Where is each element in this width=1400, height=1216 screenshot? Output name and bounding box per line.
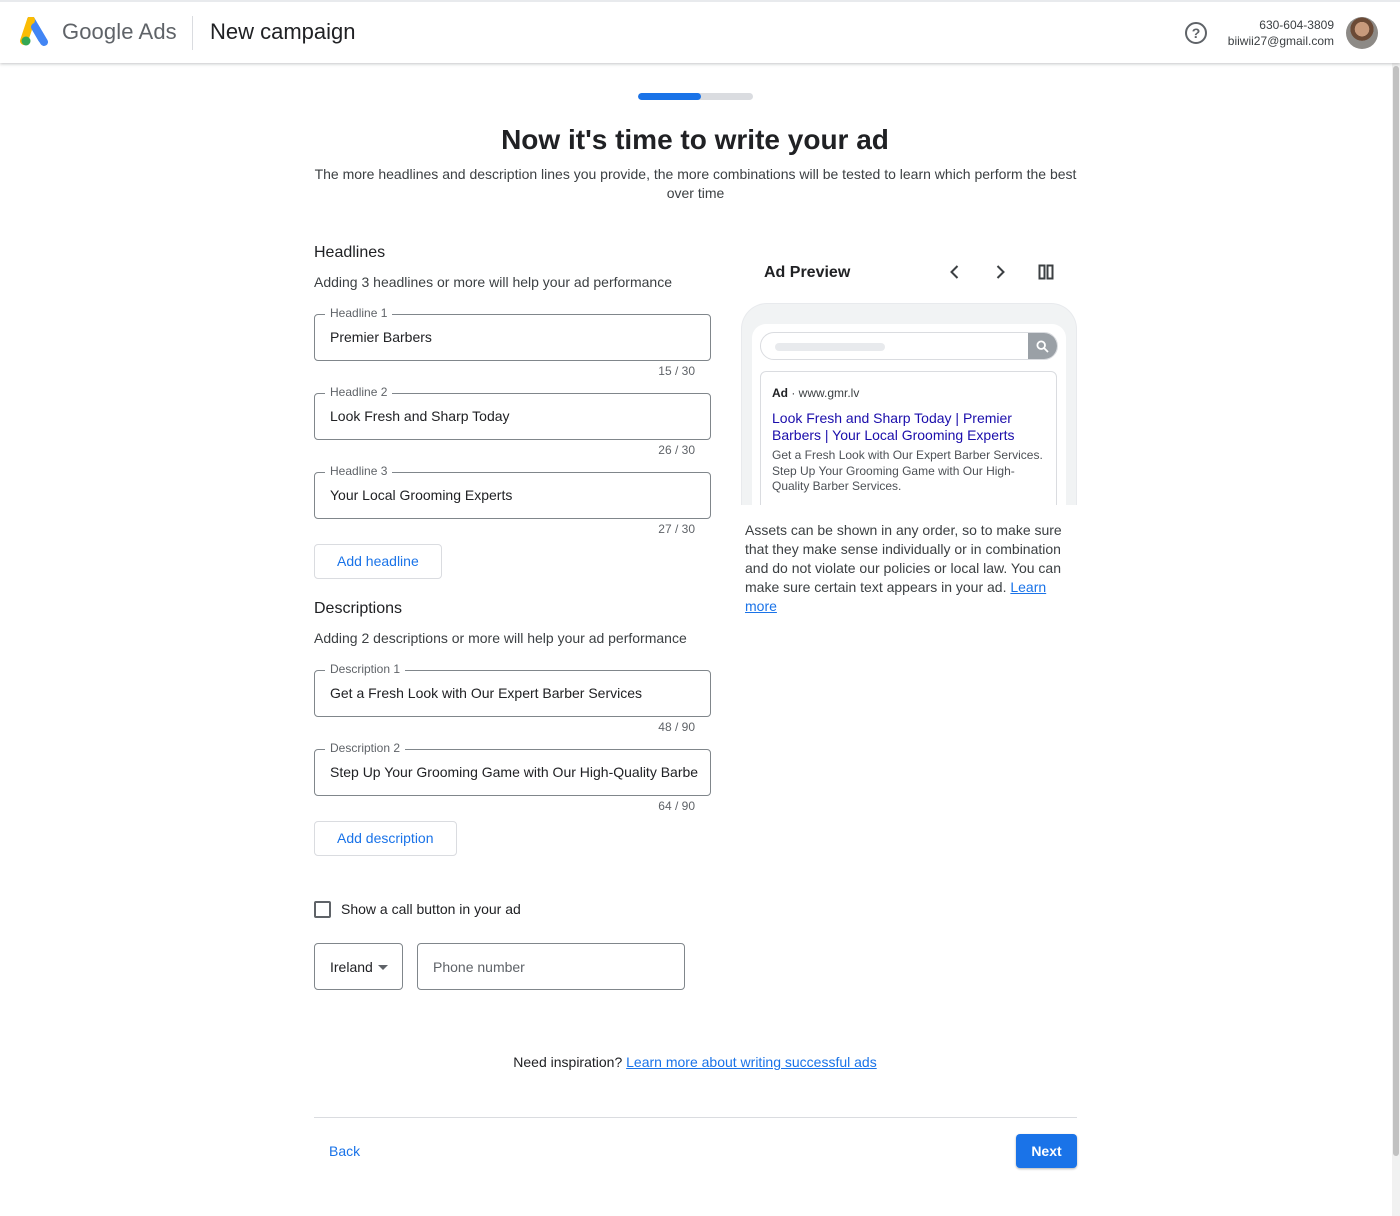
back-button[interactable]: Back (329, 1143, 360, 1159)
brand-name: Google Ads (62, 19, 177, 44)
avatar[interactable] (1346, 17, 1378, 49)
headline-3-label: Headline 3 (325, 464, 393, 478)
phone-number-input[interactable] (417, 943, 685, 990)
headline-3-value[interactable]: Your Local Grooming Experts (330, 487, 698, 503)
page-title: Now it's time to write your ad (501, 124, 889, 155)
step-progress-bar (638, 93, 753, 100)
brand-divider (192, 16, 193, 50)
headline-3-counter: 27 / 30 (658, 522, 695, 536)
call-button-checkbox[interactable] (314, 901, 331, 918)
chevron-left-icon[interactable] (945, 262, 965, 282)
page-subtitle: The more headlines and description lines… (314, 166, 1077, 201)
descriptions-title: Descriptions (314, 600, 403, 617)
dropdown-arrow-icon (378, 965, 388, 970)
account-info[interactable]: 630-604-3809 biiwii27@gmail.com (1228, 17, 1334, 49)
headline-2-counter: 26 / 30 (658, 443, 695, 457)
headline-1-field[interactable]: Headline 1 Premier Barbers (314, 306, 711, 361)
help-icon[interactable]: ? (1185, 22, 1207, 44)
description-1-field[interactable]: Description 1 Get a Fresh Look with Our … (314, 662, 711, 717)
description-1-value[interactable]: Get a Fresh Look with Our Expert Barber … (330, 685, 698, 701)
search-icon (1028, 333, 1057, 359)
headlines-help: Adding 3 headlines or more will help you… (314, 274, 672, 290)
inspiration-prefix: Need inspiration? (513, 1054, 623, 1070)
headline-2-value[interactable]: Look Fresh and Sharp Today (330, 408, 698, 424)
chevron-right-icon[interactable] (990, 262, 1010, 282)
scrollbar-thumb[interactable] (1393, 66, 1399, 1156)
headline-1-label: Headline 1 (325, 306, 393, 320)
ad-preview-headline: Look Fresh and Sharp Today | Premier Bar… (772, 410, 1015, 443)
ad-badge: Ad (772, 386, 788, 400)
descriptions-help: Adding 2 descriptions or more will help … (314, 630, 687, 646)
writing-ads-link[interactable]: Learn more about writing successful ads (626, 1054, 877, 1070)
ad-preview-card: Ad · www.gmr.lv Look Fresh and Sharp Tod… (760, 371, 1057, 505)
footer-divider (314, 1117, 1077, 1118)
headline-2-label: Headline 2 (325, 385, 393, 399)
description-1-counter: 48 / 90 (658, 720, 695, 734)
progress-fill (638, 93, 702, 100)
columns-view-icon[interactable] (1036, 262, 1056, 282)
account-phone: 630-604-3809 (1259, 18, 1334, 32)
headline-1-counter: 15 / 30 (658, 364, 695, 378)
description-1-label: Description 1 (325, 662, 406, 676)
call-button-checkbox-label[interactable]: Show a call button in your ad (341, 901, 521, 917)
headline-3-field[interactable]: Headline 3 Your Local Grooming Experts (314, 464, 711, 519)
search-placeholder-bar (775, 343, 885, 351)
description-2-label: Description 2 (325, 741, 406, 755)
preview-search-bar (760, 332, 1058, 360)
description-2-field[interactable]: Description 2 Step Up Your Grooming Game… (314, 741, 711, 796)
ad-preview-description: Get a Fresh Look with Our Expert Barber … (772, 448, 1043, 493)
top-app-bar: Google Ads New campaign ? 630-604-3809 b… (0, 0, 1400, 63)
next-button[interactable]: Next (1016, 1134, 1077, 1168)
country-value: Ireland (330, 959, 373, 975)
mobile-preview-frame: Ad · www.gmr.lv Look Fresh and Sharp Tod… (741, 303, 1077, 505)
description-2-value[interactable]: Step Up Your Grooming Game with Our High… (330, 764, 698, 780)
inspiration-line: Need inspiration? Learn more about writi… (0, 1054, 1390, 1070)
description-2-counter: 64 / 90 (658, 799, 695, 813)
headlines-title: Headlines (314, 244, 386, 261)
ad-meta: Ad · www.gmr.lv (772, 386, 859, 400)
ad-preview-title: Ad Preview (764, 264, 851, 281)
headline-2-field[interactable]: Headline 2 Look Fresh and Sharp Today (314, 385, 711, 440)
account-email: biiwii27@gmail.com (1227, 34, 1334, 48)
page-context-title: New campaign (210, 19, 356, 44)
headline-1-value[interactable]: Premier Barbers (330, 329, 698, 345)
preview-note: Assets can be shown in any order, so to … (745, 521, 1065, 616)
google-ads-logo-icon[interactable] (20, 17, 52, 47)
add-headline-button[interactable]: Add headline (314, 544, 442, 579)
mobile-preview-screen: Ad · www.gmr.lv Look Fresh and Sharp Tod… (752, 324, 1066, 505)
ad-url: · www.gmr.lv (791, 386, 860, 400)
add-description-button[interactable]: Add description (314, 821, 457, 856)
country-select[interactable]: Ireland (314, 943, 403, 990)
